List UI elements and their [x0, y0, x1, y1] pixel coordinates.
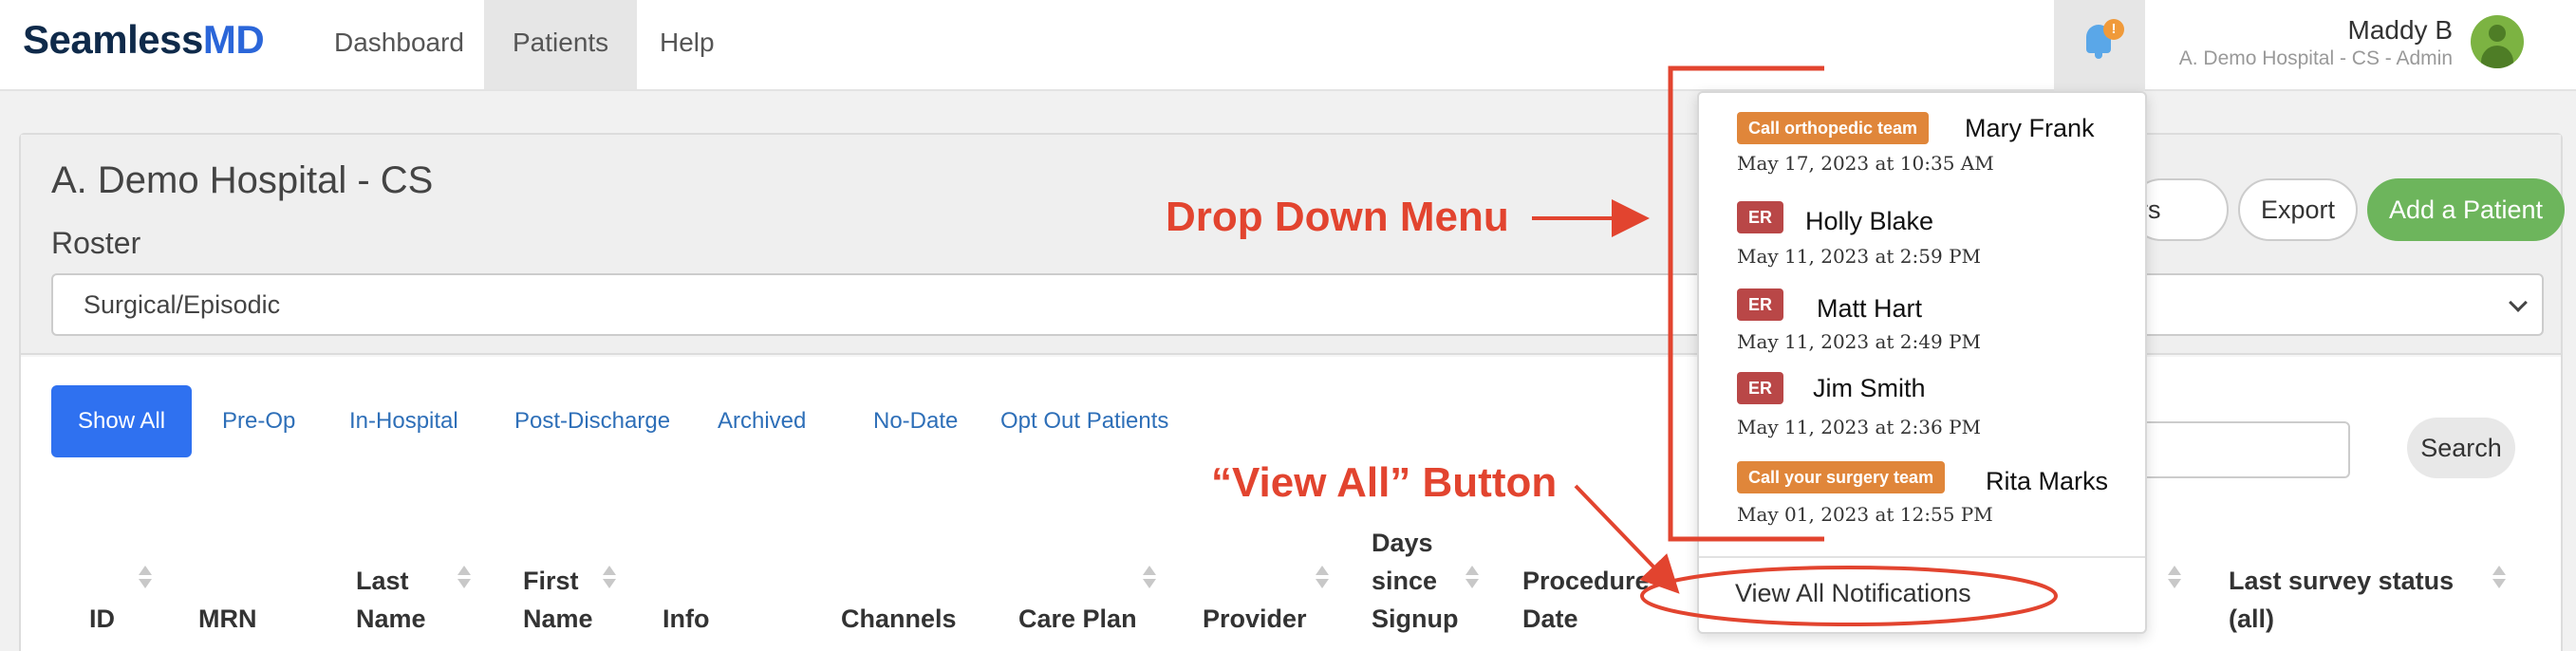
- notification-patient-name: Jim Smith: [1813, 374, 1926, 402]
- avatar[interactable]: [2471, 15, 2524, 68]
- tab-post-discharge[interactable]: Post-Discharge: [488, 385, 697, 457]
- column-care-plan[interactable]: Care Plan: [1018, 600, 1137, 638]
- column-procedure-date[interactable]: Procedure Date: [1522, 562, 1650, 638]
- tab-in-hospital[interactable]: In-Hospital: [323, 385, 485, 457]
- notification-tag: ER: [1737, 288, 1784, 321]
- logo[interactable]: SeamlessMD: [23, 17, 265, 63]
- notification-tag: ER: [1737, 372, 1784, 404]
- page-title: A. Demo Hospital - CS: [51, 159, 434, 201]
- column-last-name[interactable]: Last Name: [356, 562, 426, 638]
- column-first-name[interactable]: First Name: [523, 562, 593, 638]
- user-role: A. Demo Hospital - CS - Admin: [2178, 47, 2453, 69]
- roster-header: A. Demo Hospital - CS Roster Surgical/Ep…: [21, 135, 2565, 355]
- notification-patient-name: Rita Marks: [1986, 467, 2109, 495]
- notification-date: May 17, 2023 at 10:35 AM: [1737, 152, 1994, 175]
- tab-pre-op[interactable]: Pre-Op: [196, 385, 322, 457]
- column-last-survey[interactable]: Last survey status (all): [2229, 562, 2454, 638]
- roster-select-value: Surgical/Episodic: [84, 290, 281, 319]
- notification-patient-name: Mary Frank: [1965, 114, 2095, 142]
- notification-date: May 11, 2023 at 2:49 PM: [1737, 330, 1982, 353]
- roster-select[interactable]: Surgical/Episodic: [51, 273, 2544, 336]
- column-info: Info: [663, 604, 710, 633]
- column-channels: Channels: [841, 604, 957, 633]
- sort-icon[interactable]: [1143, 566, 1156, 590]
- add-patient-button[interactable]: Add a Patient: [2367, 178, 2565, 241]
- sort-icon[interactable]: [2168, 566, 2181, 590]
- notifications-button[interactable]: !: [2054, 0, 2145, 91]
- nav-patients[interactable]: Patients: [484, 0, 638, 89]
- user-icon: [2489, 25, 2506, 42]
- notification-patient-name: Matt Hart: [1817, 294, 1923, 323]
- column-provider[interactable]: Provider: [1203, 600, 1307, 638]
- notification-tag: Call your surgery team: [1737, 461, 1946, 493]
- notification-date: May 01, 2023 at 12:55 PM: [1737, 503, 1993, 526]
- top-nav: SeamlessMD Dashboard Patients Help ! Mad…: [0, 0, 2576, 91]
- sort-icon[interactable]: [2492, 566, 2506, 590]
- sort-icon[interactable]: [457, 566, 471, 590]
- sort-icon[interactable]: [603, 566, 616, 590]
- sort-icon[interactable]: [139, 566, 152, 590]
- roster-label: Roster: [51, 226, 141, 260]
- nav-dashboard[interactable]: Dashboard: [306, 0, 493, 89]
- export-button[interactable]: Export: [2238, 178, 2358, 241]
- view-all-notifications-link[interactable]: View All Notifications: [1735, 579, 1971, 608]
- user-name[interactable]: Maddy B: [2348, 15, 2454, 46]
- notification-date: May 11, 2023 at 2:59 PM: [1737, 245, 1982, 268]
- notifications-dropdown: Call orthopedic team Mary Frank May 17, …: [1697, 91, 2147, 634]
- notification-patient-name: Holly Blake: [1805, 207, 1934, 235]
- sort-icon[interactable]: [1465, 566, 1479, 590]
- column-mrn[interactable]: MRN: [198, 600, 257, 638]
- sort-icon[interactable]: [1316, 566, 1329, 590]
- dropdown-divider: [1699, 556, 2145, 558]
- tab-no-date[interactable]: No-Date: [847, 385, 984, 457]
- notification-date: May 11, 2023 at 2:36 PM: [1737, 416, 1982, 438]
- nav-help[interactable]: Help: [631, 0, 743, 89]
- chevron-down-icon: [2509, 293, 2528, 312]
- annotation-view-all-label: “View All” Button: [1211, 459, 1558, 506]
- tab-opt-out[interactable]: Opt Out Patients: [974, 385, 1195, 457]
- search-button[interactable]: Search: [2407, 418, 2515, 478]
- column-days-since-signup[interactable]: Days since Signup: [1372, 524, 1458, 638]
- tab-show-all[interactable]: Show All: [51, 385, 193, 457]
- notification-badge: !: [2103, 19, 2124, 40]
- column-id[interactable]: ID: [89, 600, 115, 638]
- annotation-dropdown-label: Drop Down Menu: [1166, 194, 1509, 240]
- notification-tag: ER: [1737, 201, 1784, 233]
- tab-archived[interactable]: Archived: [691, 385, 832, 457]
- notification-tag: Call orthopedic team: [1737, 112, 1930, 144]
